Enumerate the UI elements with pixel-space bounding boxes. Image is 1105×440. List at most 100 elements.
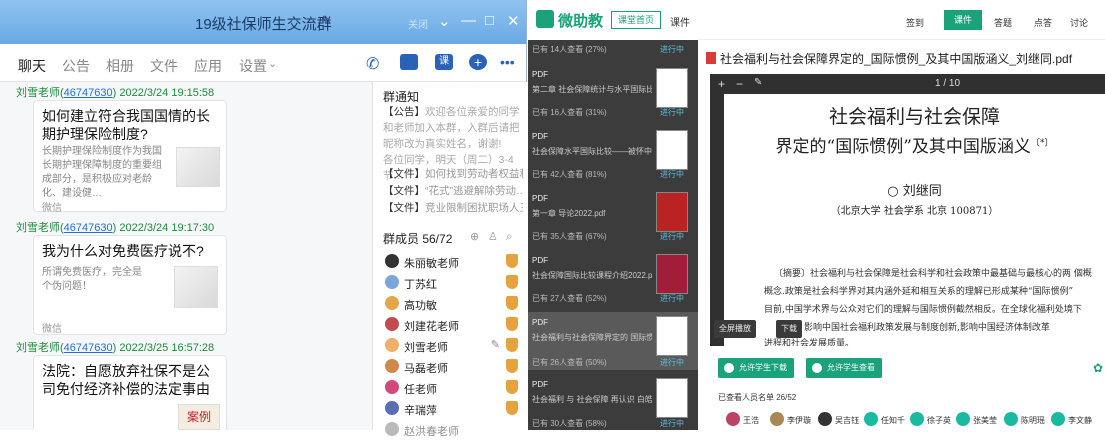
article-title: 法院：自愿放弃社保不是公司免付经济补偿的法定事由 [42,363,210,397]
title-bar: 19级社保师生交流群 ✎ 关闭 ⌄ — □ ✕ [0,0,526,44]
pdf-viewer[interactable]: + − ✎ 1 / 10 社会福利与社会保障 界定的“国际惯例”及其中国版涵义〔… [710,74,1105,346]
zoom-out-icon[interactable]: − [736,77,743,91]
rank-icon [506,317,518,331]
member-item[interactable]: 刘建花老师 [385,315,520,335]
member-item[interactable]: 高功敏 [385,294,520,314]
article-source: 微信 [42,203,62,214]
member-item[interactable]: 马磊老师 [385,357,520,377]
maximize-icon[interactable]: □ [485,12,494,29]
abstract-line: 概念.政策是社会科学界对其内涵外延和相互关系的理解已形成某种“国际惯例” [764,287,1074,297]
member-item[interactable]: 朱丽敏老师 [385,252,520,272]
close-icon[interactable]: ✕ [507,12,520,30]
pdf-thumbnail [656,192,688,232]
shared-article-card[interactable]: 如何建立符合我国国情的长期护理保险制度? 长期护理保险制度作为我国长期护理保障制… [33,100,227,214]
title-extra: 关闭 [408,20,428,31]
tab-checkin[interactable]: 签到 [906,16,924,29]
tab-announcement[interactable]: 公告 [62,56,90,76]
avatar [770,412,784,426]
member-item[interactable]: 刘雪老师 ✎ [385,336,520,356]
add-member-icon[interactable]: ♙ [488,230,498,243]
pdf-thumbnail [656,68,688,108]
pen-icon[interactable]: ✎ [754,77,762,88]
pdf-thumbnail [656,378,688,418]
courseware-item-selected[interactable]: PDF社会福利与社会保障界定的 国际惯例 及其中…进行中已有 26人查看 (50… [528,312,698,370]
file-item[interactable]: 【文件】“花式”逃避解除劳动… [383,183,523,200]
avatar [385,254,399,268]
app-header: 微助教 课堂首页 课件 [528,0,698,40]
phone-icon[interactable]: ✆ [366,54,384,73]
home-button[interactable]: 课堂首页 [611,11,662,29]
pdf-thumbnail [656,130,688,170]
courseware-list-panel: 微助教 课堂首页 课件 已有 14人查看 (27%) 进行中 PDF 第二章 社会保… [528,0,698,430]
member-item[interactable]: 丁苏红 [385,273,520,293]
paper-subtitle: 界定的“国际惯例”及其中国版涵义〔*〕 [775,137,1054,157]
shared-article-card[interactable]: 我为什么对免费医疗说不? 所谓免费医疗，完全是个伪问题！ 微信 [33,235,227,335]
tab-files[interactable]: 文件 [150,56,178,76]
courseware-item[interactable]: 已有 14人查看 (27%) 进行中 [528,44,698,64]
tab-settings[interactable]: 设置 [239,56,267,76]
tab-discuss[interactable]: 讨论 [1070,16,1088,29]
avatar [385,359,399,373]
paper-author: ○ 刘继同 [887,184,942,199]
document-title: 社会福利与社会保障界定的_国际惯例_及其中国版涵义_刘继同.pdf [720,52,1073,66]
rank-icon [506,254,518,268]
fullscreen-button[interactable]: 全屏播放 [714,320,756,338]
edit-icon[interactable]: ✎ [491,338,500,351]
file-item[interactable]: 【文件】竞业限制困扰职场人三… [383,200,523,217]
message-sender: 刘雪老师(46747630) 2022/3/24 19:17:30 [16,222,215,234]
member-item[interactable]: 赵洪春老师 [385,420,520,440]
courseware-item[interactable]: PDF社会保障水平国际比较——被怀中.pdf进行中已有 42人查看 (81%) [528,126,698,181]
tab-apps[interactable]: 应用 [194,56,222,76]
abstract-line: 影响中国社会福利政策发展与制度创新,影响中国经济体制改革 [804,323,1050,333]
tab-chat[interactable]: 聊天 [18,56,46,84]
chevron-down-icon[interactable]: ⌄ [438,12,451,30]
add-icon[interactable]: + [469,54,487,70]
zoom-in-icon[interactable]: + [718,77,725,91]
allow-view-toggle[interactable]: 允许学生查看 [806,358,882,378]
courseware-item[interactable]: PDF第二章 社会保障统计与水平国际比较.pdf进行中已有 16人查看 (31%… [528,64,698,119]
app-name: 微助教 [558,13,604,30]
classroom-icon[interactable]: 课 [435,54,453,70]
group-chat-icon[interactable]: ⊕ [470,230,479,243]
minimize-icon[interactable]: — [461,12,476,29]
avatar [910,412,924,426]
abstract-line: 〔摘要〕社会福利与社会保障是社会科学和社会政策中最基础与最核心的两 個概 [774,269,1092,279]
courseware-item[interactable]: PDF 社会保障国际比较课程介绍2022.pdf 进行中 已有 27人查看 (52%) [528,250,698,305]
pdf-icon [706,52,716,64]
pdf-thumbnail [656,316,688,356]
abstract-line: 目前,中国学术界与公众对它们的理解与国际惯例截然相反。在全球化福利处境下 [764,305,1082,315]
courseware-item[interactable]: PDF 第一章 导论2022.pdf 进行中 已有 35人查看 (67%) [528,188,698,243]
group-side-panel: 群通知 【公告】欢迎各位亲爱的同学和老师加入本群，入群后请把昵称改为真实姓名，谢… [372,82,527,438]
member-item[interactable]: 辛瑞萍 [385,399,520,419]
avatar [385,338,399,352]
edit-icon[interactable]: ✎ [321,13,332,29]
paper-title: 社会福利与社会保障 [828,106,1000,128]
course-link[interactable]: 课件 [670,14,690,29]
tab-courseware[interactable]: 课件 [944,10,982,30]
avatar [864,412,878,426]
courseware-item[interactable]: PDF社会福利 与 社会保障 再认识 白皓琰.pdf进行中已有 30人查看 (5… [528,374,698,430]
page-indicator: 1 / 10 [935,78,961,89]
search-icon[interactable]: ⌕ [506,229,513,244]
download-button[interactable]: 下载 [776,320,802,338]
allow-download-toggle[interactable]: 允许学生下载 [718,358,794,378]
shared-article-card[interactable]: 法院：自愿放弃社保不是公司免付经济补偿的法定事由 案例 [33,355,227,430]
video-icon[interactable] [400,54,418,70]
file-item[interactable]: 【文件】如何找到劳动者权益和… [383,166,523,183]
more-icon[interactable]: ••• [500,54,518,70]
group-tabs: 聊天 公告 相册 文件 应用 设置 ⌄ ✆ 课 + ••• [0,44,526,84]
avatar [385,275,399,289]
tab-album[interactable]: 相册 [106,56,134,76]
viewer-bar: + − ✎ 1 / 10 [710,74,1105,94]
tab-callon[interactable]: 点答 [1034,16,1052,29]
qq-group-window: 19级社保师生交流群 ✎ 关闭 ⌄ — □ ✕ 聊天 公告 相册 文件 应用 设… [0,0,527,438]
rank-icon [506,338,518,352]
avatar [1004,412,1018,426]
chevron-down-icon[interactable]: ⌄ [268,57,277,70]
article-title: 我为什么对免费医疗说不? [42,243,204,259]
member-item[interactable]: 任老师 [385,378,520,398]
settings-icon[interactable]: ✿ [1093,361,1103,375]
message-sender: 刘雪老师(46747630) 2022/3/25 16:57:28 [16,342,215,354]
tab-quiz[interactable]: 答题 [994,16,1012,29]
pdf-page: 社会福利与社会保障 界定的“国际惯例”及其中国版涵义〔*〕 ○ 刘继同 （北京大… [724,94,1105,346]
